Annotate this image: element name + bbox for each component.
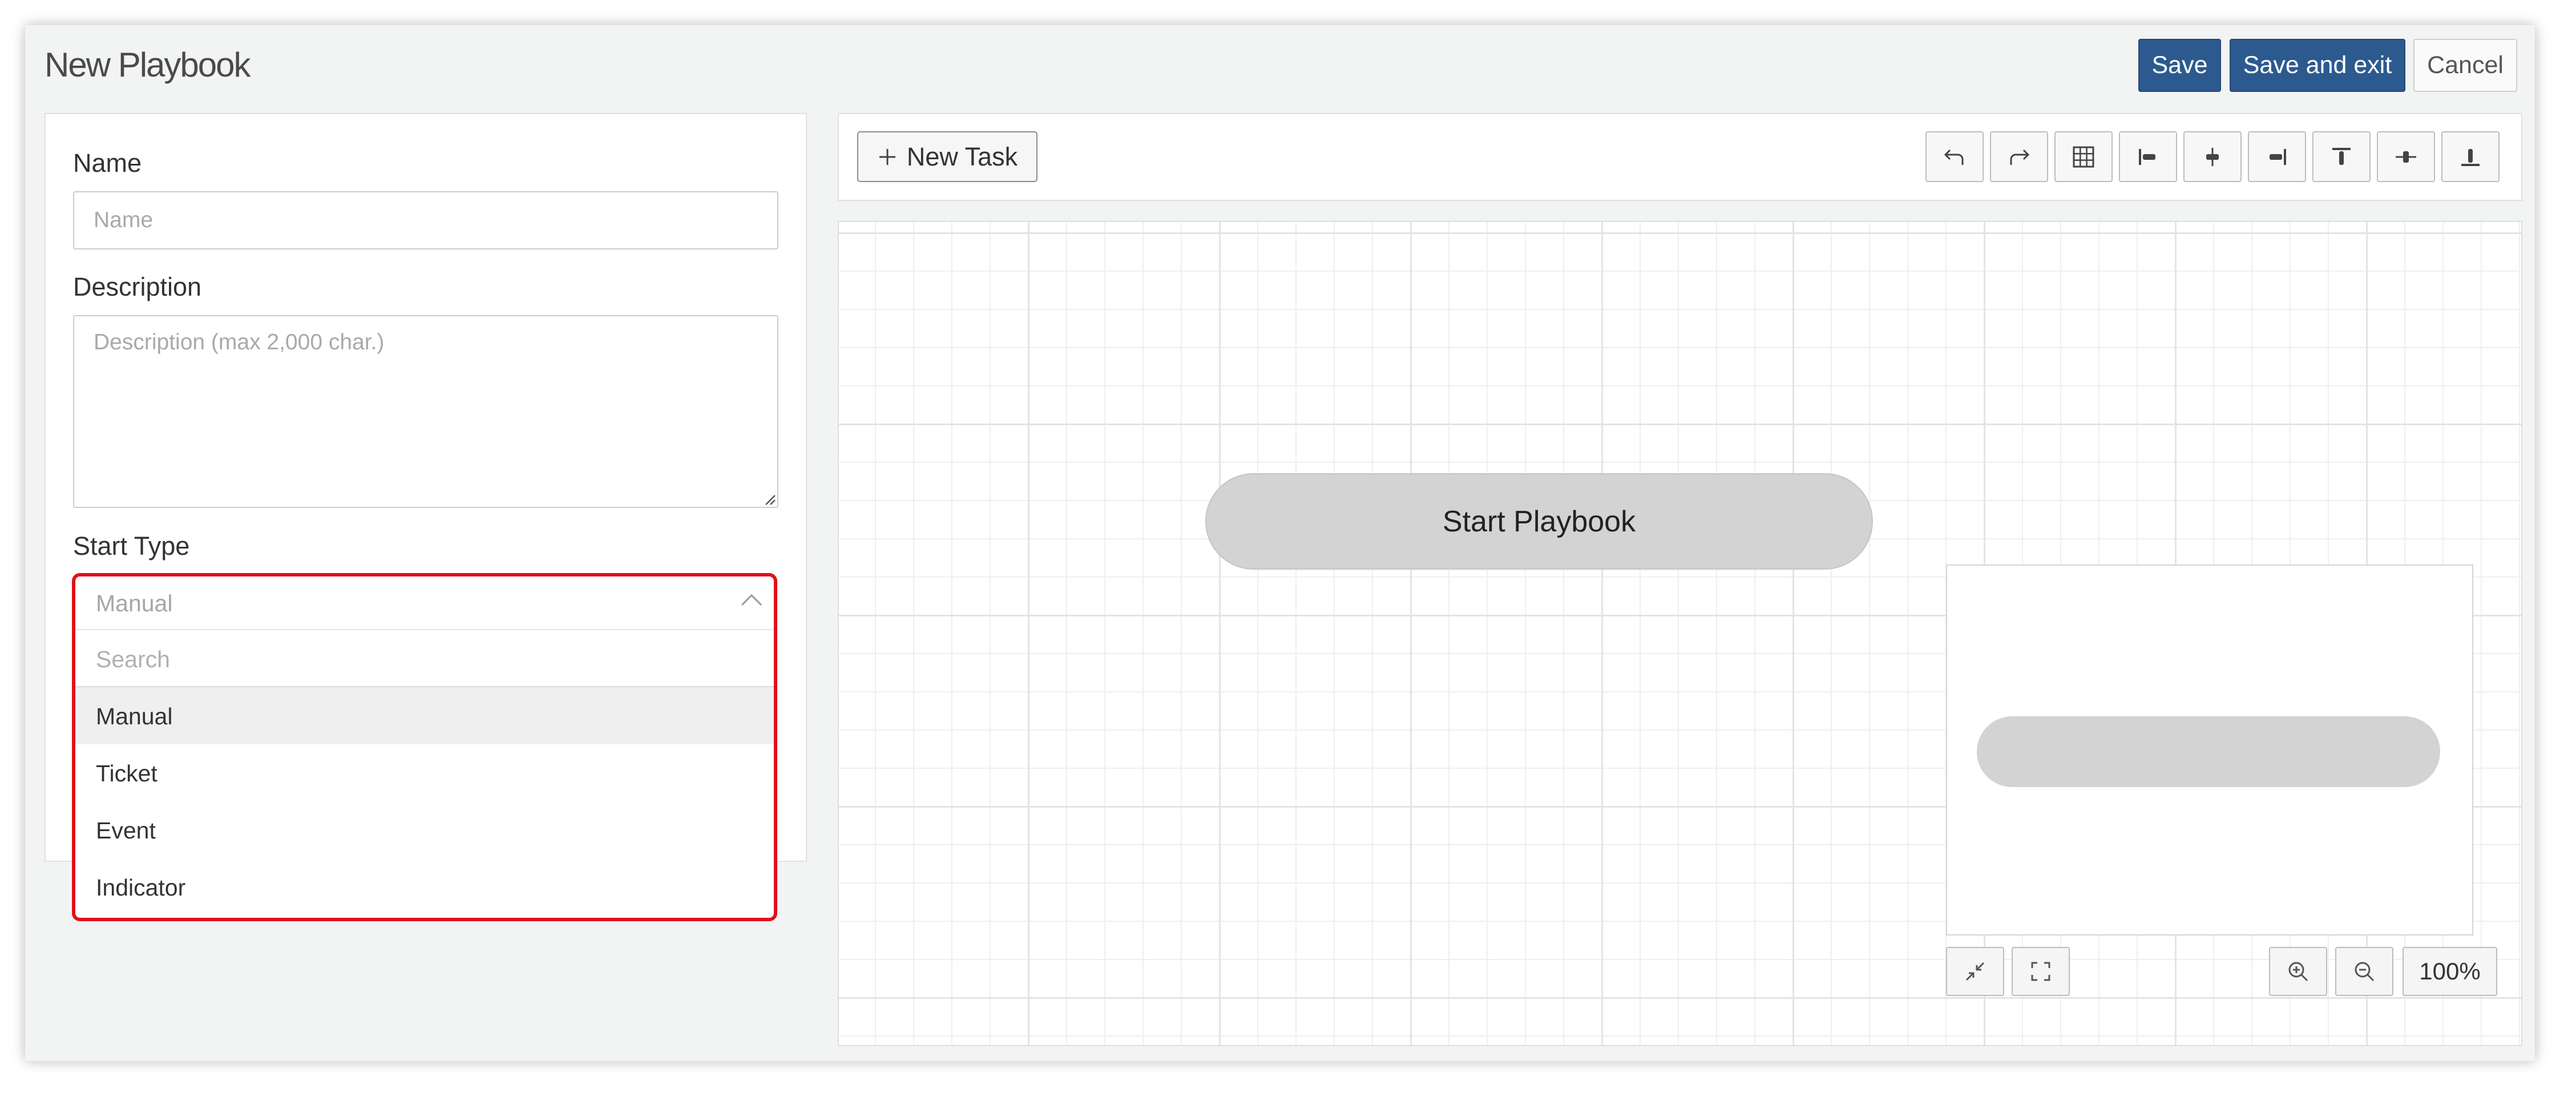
option-label: Manual [96,703,173,729]
save-button[interactable]: Save [2138,39,2221,92]
align-right-icon [2270,148,2286,165]
zoom-in-icon [2288,962,2308,982]
search-input[interactable]: Search [96,646,170,673]
start-playbook-node[interactable]: Start Playbook [1205,473,1873,570]
playbook-canvas[interactable]: Start Playbook 100% [838,221,2522,1046]
option-indicator[interactable]: Indicator [75,858,774,916]
option-ticket[interactable]: Ticket [75,744,774,801]
description-field-wrapper [73,315,778,508]
playbook-editor-window: New Playbook Save Save and exit Cancel N… [25,25,2535,1061]
align-top-icon [2332,147,2351,165]
minimap[interactable] [1946,564,2473,935]
minimap-start-node [1977,716,2440,787]
fullscreen-icon [2031,962,2050,981]
redo-icon [2010,149,2030,165]
align-middle-icon [2396,151,2416,163]
option-label: Indicator [96,874,186,901]
zoom-out-button[interactable] [2335,947,2393,996]
zoom-in-button[interactable] [2269,947,2327,996]
name-label: Name [73,148,142,178]
description-label: Description [73,272,202,301]
start-type-search[interactable]: Search [75,630,774,687]
new-task-button[interactable]: New Task [857,131,1037,182]
align-left-button[interactable] [2119,131,2177,182]
option-manual[interactable]: Manual [75,687,774,744]
start-type-selected-value: Manual [96,590,173,616]
grid-toggle-button[interactable] [2054,131,2113,182]
grid-icon [2073,146,2094,167]
resize-handle-icon[interactable] [764,493,776,506]
undo-icon [1944,149,1964,165]
align-middle-button[interactable] [2377,131,2435,182]
option-event[interactable]: Event [75,801,774,858]
plus-icon [879,148,895,165]
undo-button[interactable] [1925,131,1984,182]
option-label: Ticket [96,760,158,787]
start-type-select[interactable]: Manual [75,576,774,630]
description-input[interactable] [73,315,778,508]
redo-button[interactable] [1990,131,2048,182]
new-task-label: New Task [906,142,1018,171]
align-top-button[interactable] [2312,131,2371,182]
align-bottom-button[interactable] [2441,131,2500,182]
align-center-button[interactable] [2183,131,2242,182]
zoom-level-display: 100% [2403,947,2497,996]
align-left-icon [2139,148,2155,165]
cancel-button[interactable]: Cancel [2413,39,2517,92]
option-label: Event [96,817,156,844]
align-bottom-icon [2461,148,2480,166]
name-input[interactable] [73,191,778,249]
zoom-out-icon [2355,962,2375,982]
align-right-button[interactable] [2248,131,2306,182]
save-and-exit-button[interactable]: Save and exit [2230,39,2405,92]
start-type-dropdown[interactable]: Manual Search Manual Ticket Event Indica… [72,573,777,921]
fit-to-screen-button[interactable] [2012,947,2070,996]
editor-toolbar: New Task [838,113,2522,201]
collapse-minimap-button[interactable] [1946,947,2004,996]
chevron-up-icon[interactable] [740,591,764,608]
page-title: New Playbook [45,46,251,84]
collapse-icon [1965,962,1985,981]
start-type-label: Start Type [73,531,190,560]
align-center-icon [2206,147,2219,166]
